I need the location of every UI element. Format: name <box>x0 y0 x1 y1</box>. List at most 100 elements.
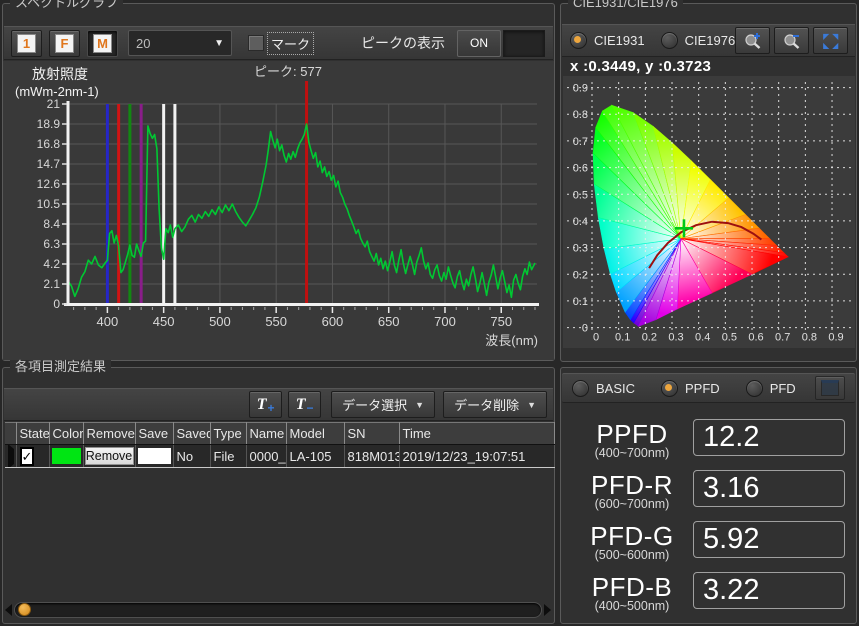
measurement-results-panel: 各項目測定結果 T + T − データ選択 ▼ データ削除 ▼ <box>2 367 555 624</box>
spectrum-toolbar: 1 F M 20 ▼ マーク ピークの表示 ON <box>4 26 553 60</box>
col-model[interactable]: Model <box>286 423 344 445</box>
state-checkbox[interactable]: ✓ <box>20 447 35 466</box>
scrollbar-track[interactable] <box>14 602 542 618</box>
text-add-icon: T <box>257 396 267 414</box>
svg-text:0.4: 0.4 <box>695 332 710 344</box>
application-window: スペクトルグラフ 1 F M 20 ▼ マーク ピークの表示 ON 放射照度 (… <box>0 0 859 626</box>
graph-mode-f-button[interactable]: F <box>49 30 80 57</box>
report-view-button[interactable] <box>815 376 845 400</box>
ppfd-mode-bar: BASIC PPFD PFD <box>562 373 855 403</box>
radio-dot-icon <box>570 32 587 49</box>
metric-label-pfd-b: PFD-B (400~500nm) <box>573 574 691 613</box>
col-remove[interactable]: Remove <box>83 423 135 445</box>
one-icon: 1 <box>17 34 36 53</box>
col-save[interactable]: Save <box>135 423 173 445</box>
magnifier-minus-icon <box>781 31 803 51</box>
svg-text:12.6: 12.6 <box>37 177 61 191</box>
metric-value-pfd-b: 3.22 <box>693 572 845 609</box>
magnifier-plus-icon <box>742 31 764 51</box>
window-icon <box>821 380 839 396</box>
row-indicator-cell[interactable] <box>5 445 16 468</box>
col-state[interactable]: State <box>16 423 49 445</box>
spectrum-panel-title: スペクトルグラフ <box>10 0 123 10</box>
row-indicator-icon <box>8 445 14 468</box>
col-name[interactable]: Name <box>246 423 286 445</box>
zoom-fit-button[interactable]: ◤◥◣◢ <box>813 27 848 54</box>
svg-text:0.9: 0.9 <box>828 332 843 344</box>
average-count-select[interactable]: 20 ▼ <box>128 30 232 56</box>
y-axis-title: 放射照度 (mWm-2nm-1) <box>15 66 99 100</box>
state-cell: ✓ <box>16 445 49 468</box>
peak-display-on-button[interactable]: ON <box>457 30 501 57</box>
graph-mode-m-button[interactable]: M <box>87 30 118 57</box>
remove-cell: Remove <box>83 445 135 468</box>
save-cell <box>135 445 173 468</box>
svg-text:0.2: 0.2 <box>573 269 588 281</box>
svg-text:0.1: 0.1 <box>573 296 588 308</box>
spectrum-graph-panel: スペクトルグラフ 1 F M 20 ▼ マーク ピークの表示 ON 放射照度 (… <box>2 3 555 361</box>
sn-cell: 818M0132 <box>344 445 399 468</box>
color-cell-swatch[interactable] <box>52 448 81 464</box>
svg-text:10.5: 10.5 <box>37 197 61 211</box>
remove-button[interactable]: Remove <box>85 447 134 465</box>
svg-text:4.2: 4.2 <box>43 257 60 271</box>
scroll-right-arrow-icon[interactable] <box>544 604 551 616</box>
metric-label-pfd-r: PFD-R (600~700nm) <box>573 472 691 511</box>
save-field[interactable] <box>138 448 171 464</box>
color-cell <box>49 445 83 468</box>
results-table: State Color Remove Save Saved Type Name … <box>5 422 555 468</box>
data-delete-dropdown[interactable]: データ削除 ▼ <box>443 391 547 418</box>
data-select-dropdown[interactable]: データ選択 ▼ <box>331 391 435 418</box>
row-indicator-header <box>5 423 16 445</box>
svg-text:0.4: 0.4 <box>573 216 588 228</box>
metric-label-pfd-g: PFD-G (500~600nm) <box>573 523 691 562</box>
average-count-value: 20 <box>136 36 150 51</box>
peak-display-toggle-track[interactable] <box>503 30 545 57</box>
radio-basic[interactable]: BASIC <box>572 380 635 397</box>
fit-arrows-icon: ◤◥◣◢ <box>822 32 840 50</box>
m-icon: M <box>93 34 112 53</box>
results-panel-title: 各項目測定結果 <box>10 360 111 374</box>
svg-text:16.8: 16.8 <box>37 137 61 151</box>
col-sn[interactable]: SN <box>344 423 399 445</box>
peak-display-label: ピークの表示 <box>361 33 445 53</box>
radio-dot-icon <box>746 380 763 397</box>
chevron-down-icon: ▼ <box>214 38 224 49</box>
spectrum-chart: 02.14.26.38.410.512.614.716.818.92140045… <box>3 61 554 360</box>
remove-text-button[interactable]: T − <box>288 391 321 418</box>
type-cell: File <box>210 445 246 468</box>
table-header-row: State Color Remove Save Saved Type Name … <box>5 423 554 445</box>
radio-pfd[interactable]: PFD <box>746 380 796 397</box>
svg-text:0.6: 0.6 <box>573 163 588 175</box>
svg-text:0.5: 0.5 <box>722 332 737 344</box>
col-type[interactable]: Type <box>210 423 246 445</box>
radio-cie1976[interactable]: CIE1976 <box>661 32 736 49</box>
svg-text:450: 450 <box>153 314 175 329</box>
svg-text:0.2: 0.2 <box>642 332 657 344</box>
svg-text:8.4: 8.4 <box>43 217 60 231</box>
svg-text:0: 0 <box>582 323 588 335</box>
svg-text:0.8: 0.8 <box>573 109 588 121</box>
zoom-out-button[interactable] <box>774 27 809 54</box>
col-saved[interactable]: Saved <box>173 423 210 445</box>
svg-text:600: 600 <box>322 314 344 329</box>
graph-mode-1-button[interactable]: 1 <box>11 30 42 57</box>
chromaticity-coordinates: x :0.3449, y :0.3723 <box>570 58 711 75</box>
mark-checkbox-label[interactable]: マーク <box>268 33 313 54</box>
scrollbar-thumb[interactable] <box>18 603 31 616</box>
radio-ppfd[interactable]: PPFD <box>661 380 720 397</box>
mark-checkbox[interactable] <box>248 35 264 51</box>
zoom-in-button[interactable] <box>735 27 770 54</box>
radio-dot-icon <box>661 380 678 397</box>
radio-dot-icon <box>572 380 589 397</box>
col-time[interactable]: Time <box>399 423 554 445</box>
metric-value-pfd-r: 3.16 <box>693 470 845 507</box>
svg-text:0.3: 0.3 <box>668 332 683 344</box>
scroll-left-arrow-icon[interactable] <box>5 604 12 616</box>
table-row: ✓ Remove No File 0000_Y LA-105 818M0132 … <box>5 445 554 468</box>
radio-cie1931[interactable]: CIE1931 <box>570 32 645 49</box>
chevron-down-icon: ▼ <box>415 400 424 410</box>
col-color[interactable]: Color <box>49 423 83 445</box>
add-text-button[interactable]: T + <box>249 391 282 418</box>
svg-text:0.7: 0.7 <box>573 136 588 148</box>
